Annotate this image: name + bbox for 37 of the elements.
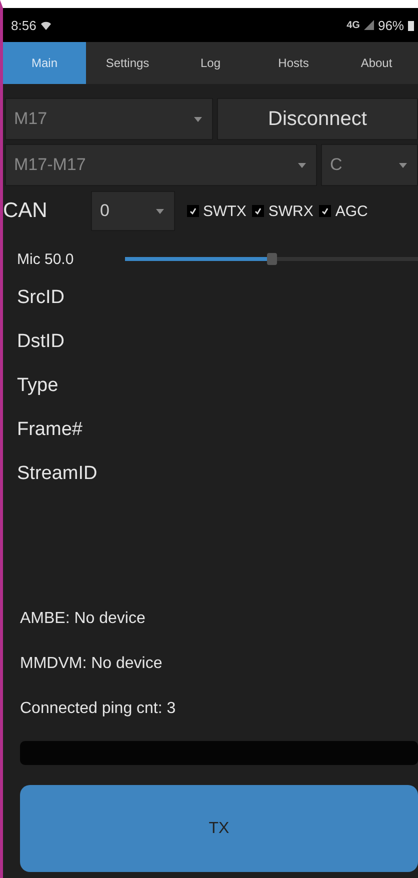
tab[interactable]: About [335,42,418,84]
tab[interactable]: Hosts [252,42,335,84]
battery-level: 96% [378,18,404,32]
checkbox-label: AGC [335,202,368,220]
signal-icon [364,20,374,30]
tx-button[interactable]: TX [20,785,418,872]
wifi-icon [40,19,52,31]
mode-dropdown[interactable]: M17 [5,98,213,140]
dropdown-arrow-icon [298,162,306,168]
checkbox[interactable] [187,205,199,217]
checkbox[interactable] [319,205,332,217]
dropdown-arrow-icon [194,116,202,122]
disconnect-button[interactable]: Disconnect [217,98,418,140]
tab[interactable]: Settings [86,42,169,84]
field-label: Frame# [16,418,84,442]
dropdown-arrow-icon [156,208,164,214]
status-text: AMBE: No device [19,608,146,628]
field-label: SrcID [16,286,66,310]
slider-thumb[interactable] [266,253,276,265]
checkbox-label: SWRX [268,202,314,220]
tab[interactable]: Log [169,42,252,84]
status-time: 8:56 [11,18,36,32]
field-label: DstID [16,330,66,354]
dropdown-arrow-icon [399,162,407,168]
can-dropdown[interactable]: 0 [91,191,175,231]
field-label: Type [16,374,60,398]
checkbox[interactable] [252,205,264,217]
network-type: 4G [346,20,360,30]
battery-icon [408,20,414,30]
status-text: MMDVM: No device [19,654,164,674]
status-text: Connected ping cnt: 3 [19,698,177,718]
mic-label: Mic 50.0 [16,250,75,268]
can-label: CAN [3,199,48,223]
checkbox-label: SWTX [203,202,246,220]
host-dropdown[interactable]: M17-M17 [5,144,317,186]
field-label: StreamID [16,462,98,486]
module-dropdown[interactable]: C [321,144,418,186]
